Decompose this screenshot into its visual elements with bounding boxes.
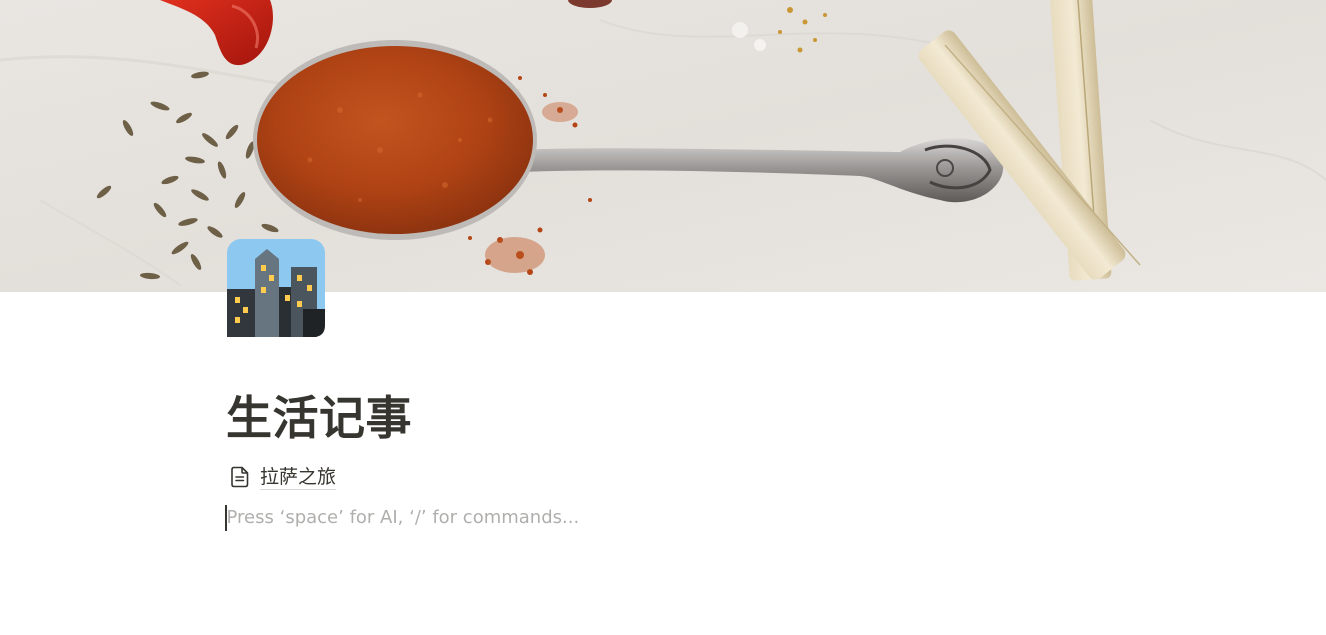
subpage-link-label: 拉萨之旅 — [260, 465, 337, 490]
page-title[interactable]: 生活记事 — [226, 386, 412, 450]
empty-text-block[interactable]: Press ‘space’ for AI, ‘/’ for commands..… — [225, 503, 1105, 533]
night-city-emoji-icon[interactable] — [227, 239, 325, 337]
subpage-link-lhasa-trip[interactable]: 拉萨之旅 — [229, 462, 337, 492]
document-icon — [229, 466, 251, 488]
notion-page: 生活记事 拉萨之旅 Press ‘space’ for AI, ‘/’ for … — [0, 0, 1326, 635]
cover-image[interactable] — [0, 0, 1326, 292]
editor-placeholder: Press ‘space’ for AI, ‘/’ for commands..… — [226, 507, 580, 528]
